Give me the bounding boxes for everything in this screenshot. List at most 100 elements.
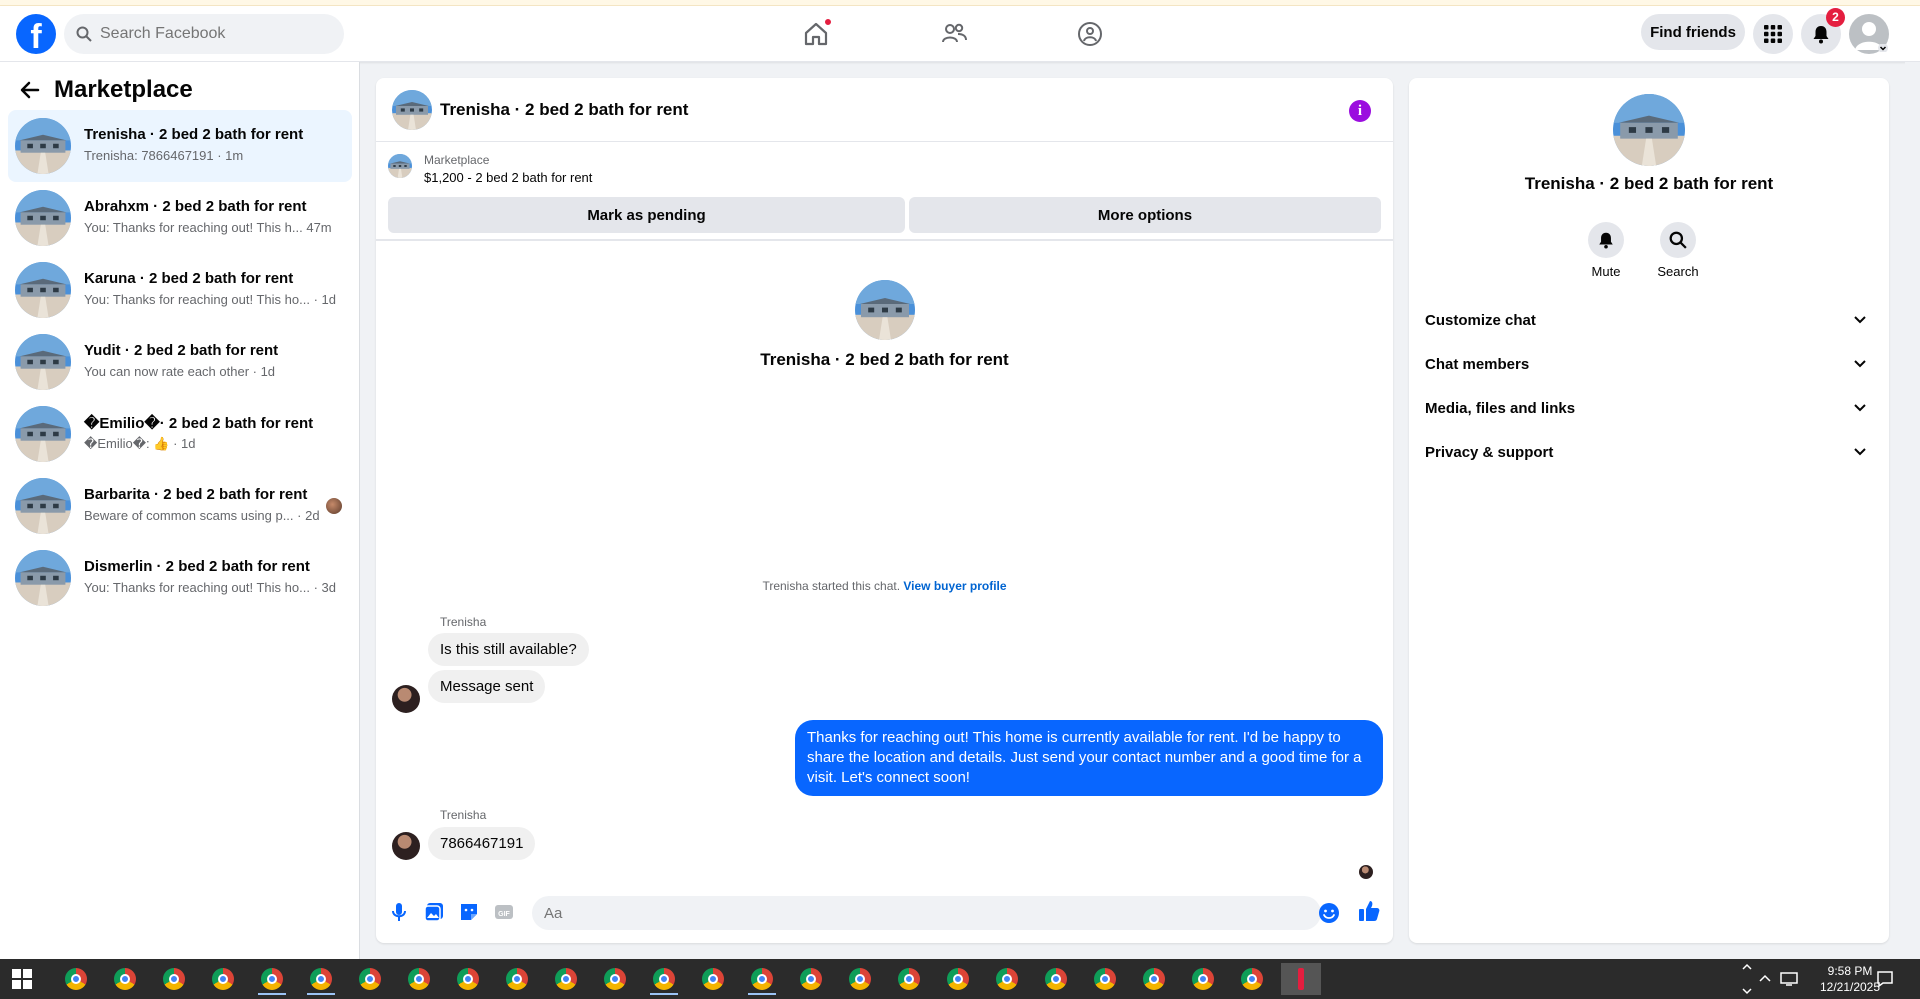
- view-buyer-profile-link[interactable]: View buyer profile: [903, 579, 1006, 593]
- info-icon[interactable]: i: [1349, 100, 1371, 122]
- taskbar-chrome-icon[interactable]: [546, 963, 586, 995]
- chevron-down-icon: [1854, 316, 1866, 324]
- taskbar-chrome-icon[interactable]: [889, 963, 929, 995]
- taskbar-running-indicator: [258, 993, 286, 995]
- taskbar-chrome-icon[interactable]: [497, 963, 537, 995]
- taskbar-chrome-icon[interactable]: [1134, 963, 1174, 995]
- message-input[interactable]: [532, 896, 1321, 930]
- listing-price-title[interactable]: $1,200 - 2 bed 2 bath for rent: [424, 170, 592, 185]
- conversation-preview: You: Thanks for reaching out! This h... …: [84, 220, 332, 235]
- conversation-item[interactable]: Yudit · 2 bed 2 bath for rent You can no…: [8, 326, 352, 398]
- listing-thumbnail: [15, 190, 71, 246]
- chat-started-notice: Trenisha started this chat. View buyer p…: [376, 579, 1393, 593]
- taskbar-chrome-icon[interactable]: [399, 963, 439, 995]
- conversation-item[interactable]: Abrahxm · 2 bed 2 bath for rent You: Tha…: [8, 182, 352, 254]
- chat-members-row[interactable]: Chat members: [1417, 344, 1881, 384]
- incoming-message[interactable]: Message sent: [428, 670, 546, 703]
- taskbar-chrome-icon[interactable]: [448, 963, 488, 995]
- taskbar-active-app-icon[interactable]: [1281, 963, 1321, 995]
- search-in-chat-button[interactable]: Search: [1648, 222, 1708, 279]
- more-options-button[interactable]: More options: [909, 197, 1381, 233]
- conversation-preview: You can now rate each other · 1d: [84, 364, 276, 379]
- account-chevron-icon[interactable]: [1878, 44, 1888, 52]
- taskbar-chrome-icon[interactable]: [693, 963, 733, 995]
- taskbar-chrome-icon[interactable]: [1183, 963, 1223, 995]
- search-bar[interactable]: [64, 14, 344, 54]
- groups-icon[interactable]: [1076, 20, 1104, 48]
- listing-thumbnail[interactable]: [388, 154, 412, 178]
- mute-button[interactable]: Mute: [1576, 222, 1636, 279]
- conversation-name: Dismerlin · 2 bed 2 bath for rent: [84, 558, 310, 575]
- microphone-icon[interactable]: [388, 901, 410, 923]
- taskbar-chrome-icon[interactable]: [105, 963, 145, 995]
- sidebar-title: Marketplace: [54, 76, 193, 103]
- windows-start-icon[interactable]: [12, 969, 32, 989]
- incoming-message[interactable]: 7866467191: [428, 827, 536, 860]
- emoji-icon[interactable]: [1318, 902, 1340, 924]
- page-scrollbar[interactable]: [1905, 62, 1920, 959]
- sticker-icon[interactable]: [458, 901, 480, 923]
- incoming-message[interactable]: Is this still available?: [428, 633, 589, 666]
- taskbar-chrome-icon[interactable]: [791, 963, 831, 995]
- sender-label: Trenisha: [440, 808, 487, 822]
- taskbar-chrome-icon[interactable]: [56, 963, 96, 995]
- conversation-name: Yudit · 2 bed 2 bath for rent: [84, 342, 279, 359]
- conversation-item[interactable]: Barbarita · 2 bed 2 bath for rent Beware…: [8, 470, 352, 542]
- media-files-links-row[interactable]: Media, files and links: [1417, 388, 1881, 428]
- notification-center-icon[interactable]: [1876, 970, 1894, 988]
- chevron-down-icon: [1854, 448, 1866, 456]
- mute-label: Mute: [1591, 264, 1621, 279]
- tray-chevron-up-icon[interactable]: [1758, 972, 1772, 986]
- taskbar-chrome-icon[interactable]: [1085, 963, 1125, 995]
- taskbar-chrome-icon[interactable]: [154, 963, 194, 995]
- conversation-item[interactable]: Karuna · 2 bed 2 bath for rent You: Than…: [8, 254, 352, 326]
- taskbar-chrome-icon[interactable]: [987, 963, 1027, 995]
- taskbar-chrome-icon[interactable]: [644, 963, 684, 995]
- search-icon: [1669, 231, 1687, 249]
- photo-icon[interactable]: [423, 901, 445, 923]
- privacy-support-row[interactable]: Privacy & support: [1417, 432, 1881, 472]
- friends-icon[interactable]: [940, 20, 968, 48]
- conversation-item[interactable]: �Emilio�· 2 bed 2 bath for rent �Emilio�…: [8, 398, 352, 470]
- taskbar-chrome-icon[interactable]: [350, 963, 390, 995]
- customize-chat-row[interactable]: Customize chat: [1417, 300, 1881, 340]
- taskbar-chrome-icon[interactable]: [203, 963, 243, 995]
- chat-header-thumbnail[interactable]: [392, 90, 432, 130]
- chat-title[interactable]: Trenisha · 2 bed 2 bath for rent: [440, 100, 688, 120]
- taskbar-chrome-icon[interactable]: [742, 963, 782, 995]
- like-icon[interactable]: [1357, 899, 1381, 923]
- outgoing-message[interactable]: Thanks for reaching out! This home is cu…: [795, 720, 1383, 796]
- chat-intro-thumbnail: [855, 280, 915, 340]
- facebook-logo[interactable]: f: [16, 14, 56, 54]
- bell-icon: [1599, 232, 1613, 249]
- conversation-item[interactable]: Trenisha · 2 bed 2 bath for rent Trenish…: [8, 110, 352, 182]
- taskbar-chrome-icon[interactable]: [938, 963, 978, 995]
- network-icon[interactable]: [1780, 971, 1798, 987]
- started-text: Trenisha started this chat.: [762, 579, 904, 593]
- conversation-preview: Trenisha: 7866467191 · 1m: [84, 148, 244, 163]
- menu-button[interactable]: [1753, 14, 1793, 54]
- taskbar-chrome-icon[interactable]: [840, 963, 880, 995]
- listing-thumbnail: [15, 478, 71, 534]
- find-friends-button[interactable]: Find friends: [1641, 14, 1745, 50]
- listing-bar: Marketplace $1,200 - 2 bed 2 bath for re…: [376, 142, 1393, 241]
- conversation-item[interactable]: Dismerlin · 2 bed 2 bath for rent You: T…: [8, 542, 352, 614]
- back-arrow-icon[interactable]: [20, 80, 40, 100]
- taskbar-chrome-icon[interactable]: [1036, 963, 1076, 995]
- mark-as-pending-button[interactable]: Mark as pending: [388, 197, 905, 233]
- conversation-name: Abrahxm · 2 bed 2 bath for rent: [84, 198, 307, 215]
- taskbar-chrome-icon[interactable]: [1232, 963, 1272, 995]
- search-input[interactable]: [100, 25, 320, 43]
- gif-icon[interactable]: GIF: [493, 901, 515, 923]
- scroll-arrows-icon[interactable]: [1740, 959, 1754, 999]
- facebook-top-nav: f Find friends 2: [0, 6, 1920, 62]
- conversation-preview: You: Thanks for reaching out! This ho...…: [84, 292, 336, 307]
- listing-thumbnail: [15, 118, 71, 174]
- sender-avatar[interactable]: [392, 832, 420, 860]
- windows-taskbar: 9:58 PM 12/21/2025: [0, 959, 1920, 999]
- taskbar-chrome-icon[interactable]: [301, 963, 341, 995]
- taskbar-chrome-icon[interactable]: [595, 963, 635, 995]
- chevron-down-icon: [1854, 360, 1866, 368]
- sender-avatar[interactable]: [392, 685, 420, 713]
- taskbar-chrome-icon[interactable]: [252, 963, 292, 995]
